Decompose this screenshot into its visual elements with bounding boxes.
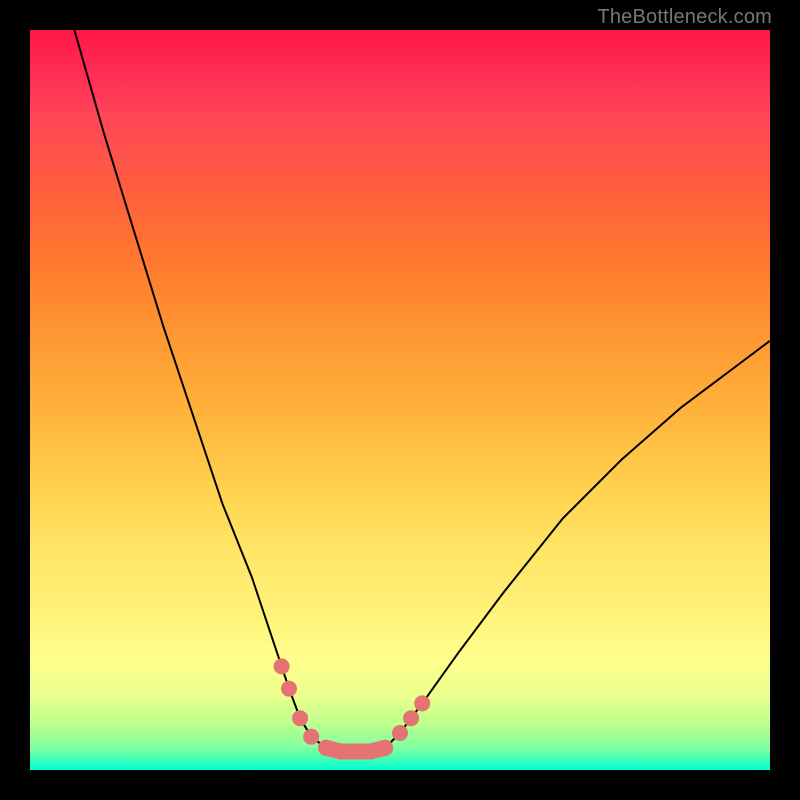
bottleneck-curve xyxy=(74,30,770,752)
attribution-text: TheBottleneck.com xyxy=(597,6,772,29)
marker-dot xyxy=(392,725,408,741)
marker-dot xyxy=(274,658,290,674)
marker-dot xyxy=(318,740,334,756)
chart-svg xyxy=(30,30,770,770)
marker-dot xyxy=(348,744,364,760)
marker-dot xyxy=(303,729,319,745)
marker-dot xyxy=(333,744,349,760)
marker-dot xyxy=(281,681,297,697)
curve-lines xyxy=(74,30,770,752)
chart-container: TheBottleneck.com xyxy=(0,0,800,800)
marker-dot xyxy=(377,740,393,756)
marker-dot xyxy=(414,695,430,711)
marker-dot xyxy=(403,710,419,726)
marker-dot xyxy=(362,744,378,760)
plot-area xyxy=(30,30,770,770)
marker-dot xyxy=(292,710,308,726)
